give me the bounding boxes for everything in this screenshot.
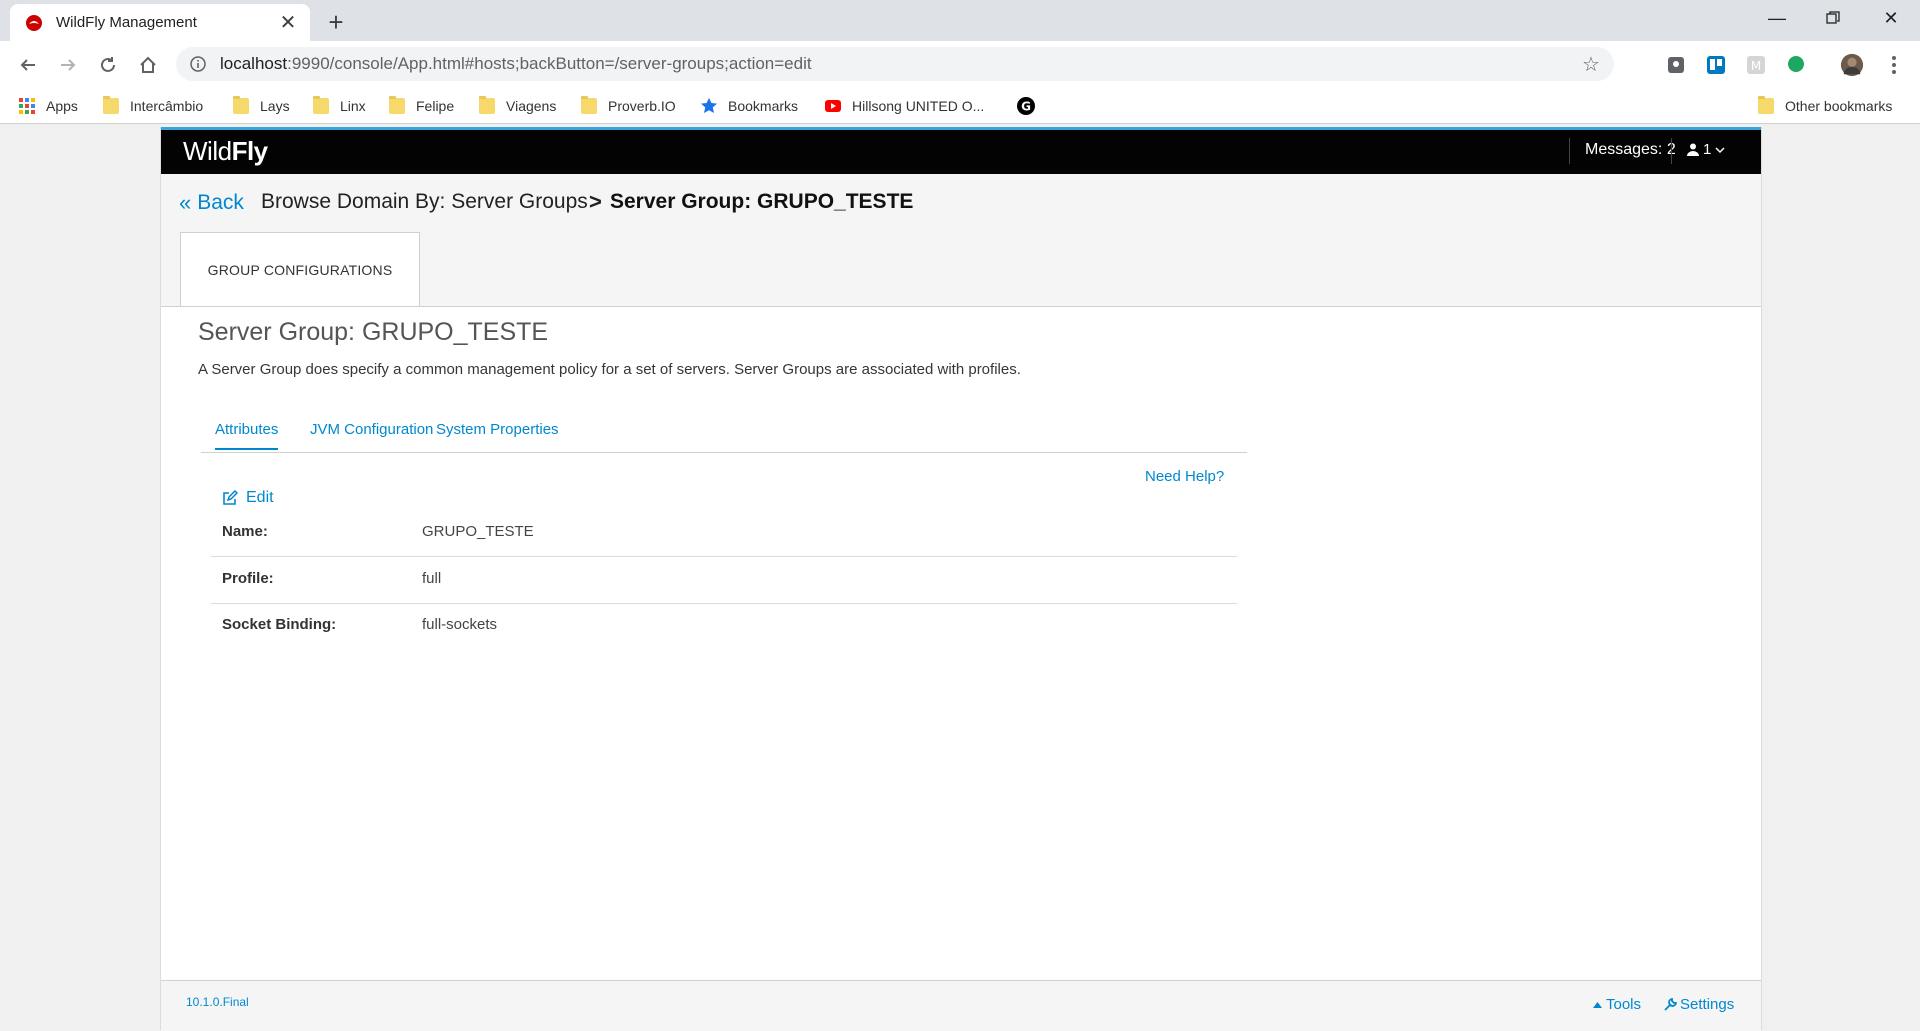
new-tab-icon[interactable]: + <box>322 7 350 37</box>
star-icon <box>701 98 717 113</box>
footer: 10.1.0.Final Tools Settings <box>161 980 1761 1031</box>
forward-arrow-icon[interactable] <box>52 49 84 81</box>
bookmark-g[interactable]: G <box>1016 95 1036 117</box>
breadcrumb-separator: > <box>589 189 602 214</box>
bookmark-intercambio[interactable]: Intercâmbio <box>103 95 203 117</box>
need-help-link[interactable]: Need Help? <box>1145 468 1224 485</box>
bookmark-viagens[interactable]: Viagens <box>479 95 556 117</box>
user-icon <box>1687 143 1699 156</box>
extension-icon[interactable] <box>1664 53 1688 77</box>
tab-group-configurations[interactable]: GROUP CONFIGURATIONS <box>180 232 420 306</box>
apps-grid-icon <box>19 98 35 114</box>
bookmark-proverb-io[interactable]: Proverb.IO <box>581 95 676 117</box>
bookmark-star-icon[interactable]: ☆ <box>1576 49 1606 79</box>
breadcrumb[interactable]: Browse Domain By: Server Groups <box>261 190 588 214</box>
tab-attributes[interactable]: Attributes <box>215 421 279 450</box>
profile-avatar[interactable] <box>1840 53 1864 77</box>
page-title: Server Group: GRUPO_TESTE <box>198 318 549 346</box>
close-tab-icon[interactable]: ✕ <box>274 9 302 37</box>
bookmark-other[interactable]: Other bookmarks <box>1758 95 1892 117</box>
attribute-label: Socket Binding: <box>222 616 337 633</box>
bookmarks-bar: Apps Intercâmbio Lays Linx Felipe Viagen… <box>0 88 1920 124</box>
folder-icon <box>581 96 597 114</box>
attribute-value: full <box>422 570 442 587</box>
folder-icon <box>1758 96 1774 114</box>
attribute-value: GRUPO_TESTE <box>422 523 534 540</box>
attribute-value: full-sockets <box>422 616 498 633</box>
bookmark-apps[interactable]: Apps <box>19 95 78 117</box>
green-extension-icon[interactable] <box>1784 53 1808 77</box>
wildfly-logo[interactable]: WildFly <box>183 136 268 167</box>
mendeley-icon[interactable]: M <box>1744 53 1768 77</box>
address-bar[interactable]: localhost:9990/console/App.html#hosts;ba… <box>176 47 1614 81</box>
reload-icon[interactable] <box>92 49 124 81</box>
tab-title: WildFly Management <box>56 14 197 31</box>
sub-tabs: Attributes JVM Configuration System Prop… <box>201 409 1247 453</box>
menu-kebab-icon[interactable] <box>1882 53 1906 77</box>
trello-icon[interactable] <box>1704 53 1728 77</box>
folder-icon <box>389 96 405 114</box>
info-icon[interactable] <box>188 54 208 74</box>
url-text[interactable]: localhost:9990/console/App.html#hosts;ba… <box>220 54 1576 74</box>
folder-icon <box>233 96 249 114</box>
attribute-row-name: Name: GRUPO_TESTE <box>211 510 1237 557</box>
close-window-icon[interactable]: ✕ <box>1866 0 1916 36</box>
messages-link[interactable]: Messages: 2 <box>1585 141 1676 159</box>
restore-icon[interactable] <box>1808 0 1858 36</box>
caret-up-icon <box>1593 1001 1602 1008</box>
folder-icon <box>103 96 119 114</box>
svg-text:G: G <box>1021 100 1031 114</box>
settings-link[interactable]: Settings <box>1664 996 1734 1013</box>
attribute-label: Profile: <box>222 570 274 587</box>
browser-toolbar: localhost:9990/console/App.html#hosts;ba… <box>0 41 1920 88</box>
bookmark-bookmarks[interactable]: Bookmarks <box>701 95 798 117</box>
attribute-label: Name: <box>222 523 268 540</box>
version-link[interactable]: 10.1.0.Final <box>186 995 249 1009</box>
tools-menu[interactable]: Tools <box>1593 996 1641 1013</box>
back-arrow-icon[interactable] <box>12 49 44 81</box>
top-navbar: WildFly Messages: 2 1 <box>161 127 1761 174</box>
page-description: A Server Group does specify a common man… <box>198 361 1021 378</box>
navbar-divider <box>1569 138 1570 164</box>
wildfly-favicon-icon <box>24 13 44 33</box>
youtube-icon <box>825 100 841 112</box>
tab-system-properties[interactable]: System Properties <box>436 421 559 438</box>
bookmark-felipe[interactable]: Felipe <box>389 95 454 117</box>
chevron-down-icon <box>1715 146 1725 153</box>
navbar-divider <box>1671 138 1672 164</box>
bookmark-linx[interactable]: Linx <box>313 95 366 117</box>
folder-icon <box>479 96 495 114</box>
header-bar: « Back Browse Domain By: Server Groups >… <box>161 174 1761 307</box>
svg-text:M: M <box>1751 59 1761 73</box>
attribute-row-profile: Profile: full <box>211 557 1237 604</box>
home-icon[interactable] <box>132 49 164 81</box>
user-menu[interactable]: 1 <box>1687 141 1725 158</box>
g-badge-icon: G <box>1017 97 1035 115</box>
folder-icon <box>313 96 329 114</box>
tab-jvm-configuration[interactable]: JVM Configuration <box>310 421 433 438</box>
bookmark-lays[interactable]: Lays <box>233 95 290 117</box>
bookmark-hillsong[interactable]: Hillsong UNITED O... <box>825 95 984 117</box>
edit-icon <box>223 490 238 505</box>
browser-tab[interactable]: WildFly Management ✕ <box>10 4 310 41</box>
wrench-icon <box>1664 998 1677 1011</box>
edit-link[interactable]: Edit <box>222 489 274 507</box>
minimize-icon[interactable]: — <box>1752 0 1802 36</box>
double-chevron-left-icon: « <box>179 190 192 215</box>
attribute-row-socket-binding: Socket Binding: full-sockets <box>211 603 1237 649</box>
breadcrumb-current: Server Group: GRUPO_TESTE <box>610 190 914 213</box>
back-link[interactable]: « Back <box>179 190 244 216</box>
browser-tabstrip: WildFly Management ✕ + — ✕ <box>0 0 1920 41</box>
wildfly-console: WildFly Messages: 2 1 « Back Browse Doma… <box>160 127 1762 1031</box>
